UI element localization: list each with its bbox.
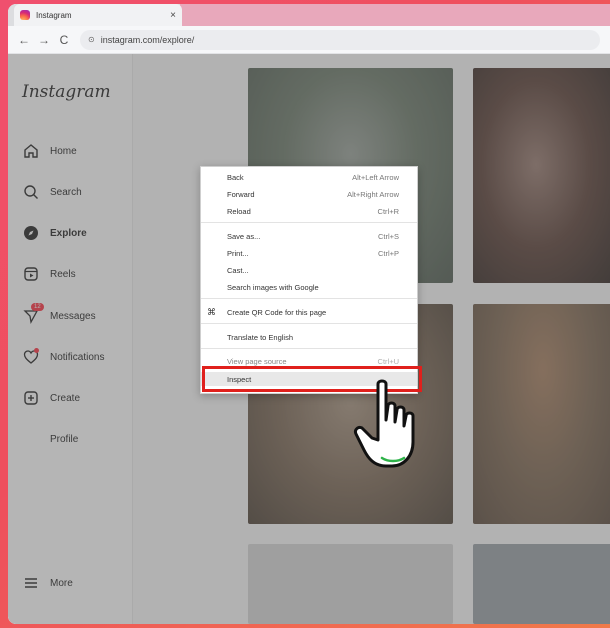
instagram-favicon-icon: [20, 10, 30, 20]
menu-item-translate[interactable]: Translate to English: [201, 330, 417, 344]
menu-item-shortcut: Alt+Right Arrow: [347, 189, 399, 199]
menu-item-label: Search images with Google: [227, 282, 319, 292]
context-menu: Back Alt+Left Arrow Forward Alt+Right Ar…: [200, 166, 418, 394]
reload-button[interactable]: C: [54, 33, 74, 47]
address-bar[interactable]: ⊙ instagram.com/explore/: [80, 29, 600, 50]
menu-item-shortcut: Ctrl+U: [377, 356, 399, 366]
tab-instagram[interactable]: Instagram ×: [14, 4, 182, 26]
menu-item-label: Translate to English: [227, 332, 294, 342]
menu-separator: [201, 348, 417, 349]
tab-close-icon[interactable]: ×: [170, 10, 176, 21]
menu-item-forward[interactable]: Forward Alt+Right Arrow: [201, 187, 417, 201]
menu-item-label: Reload: [227, 206, 251, 216]
menu-item-search-images[interactable]: Search images with Google: [201, 280, 417, 294]
tab-bar: Instagram ×: [8, 4, 610, 26]
menu-item-label: View page source: [227, 356, 287, 366]
tab-title: Instagram: [36, 10, 72, 20]
menu-item-label: Print...: [227, 248, 249, 258]
menu-item-reload[interactable]: Reload Ctrl+R: [201, 204, 417, 218]
browser-toolbar: ← → C ⊙ instagram.com/explore/: [8, 26, 610, 54]
menu-item-back[interactable]: Back Alt+Left Arrow: [201, 170, 417, 184]
menu-separator: [201, 222, 417, 223]
menu-item-shortcut: Ctrl+S: [377, 231, 399, 241]
forward-button[interactable]: →: [34, 33, 54, 47]
qr-code-icon: ⌘: [207, 307, 216, 317]
menu-item-qr-code[interactable]: ⌘ Create QR Code for this page: [201, 305, 417, 319]
pointing-hand-cursor-icon: [354, 379, 415, 468]
menu-item-shortcut: Alt+Left Arrow: [352, 172, 399, 182]
browser-window: Instagram × ← → C ⊙ instagram.com/explor…: [8, 4, 610, 624]
menu-item-cast[interactable]: Cast...: [201, 263, 417, 277]
instagram-page: Instagram Home Search Explore Reels 12 M…: [8, 54, 610, 624]
menu-separator: [201, 298, 417, 299]
tab-strip-background: [180, 4, 610, 26]
menu-item-label: Cast...: [227, 265, 249, 275]
menu-item-save-as[interactable]: Save as... Ctrl+S: [201, 229, 417, 243]
menu-item-shortcut: Ctrl+R: [377, 206, 399, 216]
site-info-icon[interactable]: ⊙: [88, 35, 95, 44]
menu-item-label: Create QR Code for this page: [227, 307, 327, 317]
address-url: instagram.com/explore/: [100, 34, 195, 45]
menu-item-shortcut: Ctrl+P: [377, 248, 399, 258]
menu-item-label: Save as...: [227, 231, 261, 241]
menu-item-print[interactable]: Print... Ctrl+P: [201, 246, 417, 260]
menu-item-label: Forward: [227, 189, 255, 199]
menu-item-label: Back: [227, 172, 244, 182]
back-button[interactable]: ←: [14, 33, 34, 47]
menu-separator: [201, 323, 417, 324]
